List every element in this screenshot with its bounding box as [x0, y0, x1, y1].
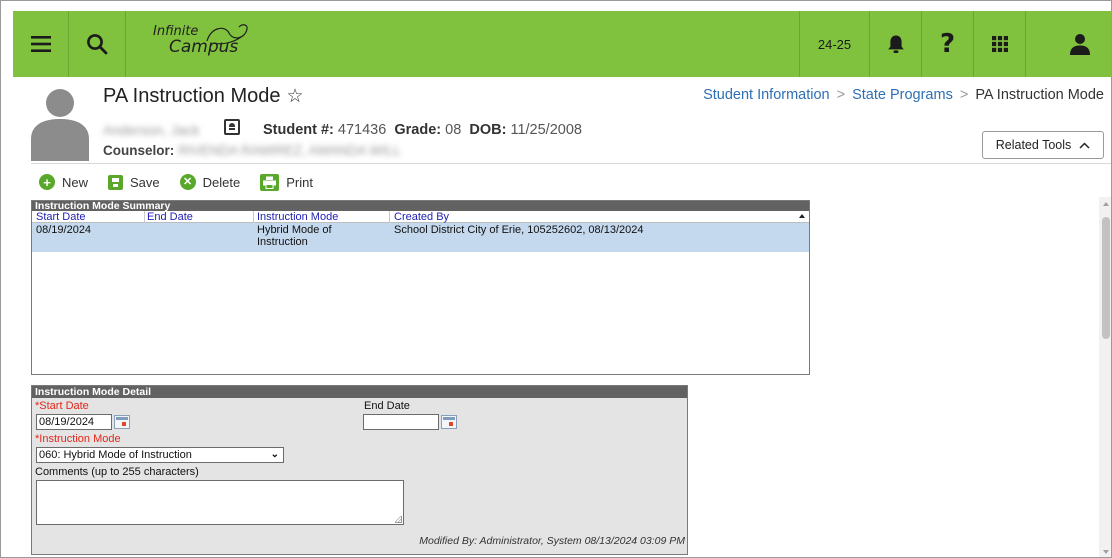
scrollbar-thumb[interactable] — [1102, 217, 1110, 339]
instruction-mode-select[interactable]: 060: Hybrid Mode of Instruction ⌄ — [36, 447, 284, 463]
student-number: 471436 — [337, 122, 387, 138]
breadcrumb: Student Information > State Programs > PA In… — [703, 87, 1104, 103]
plus-icon: + — [39, 174, 55, 190]
star-icon[interactable]: ☆ — [287, 86, 304, 107]
help-icon: ? — [939, 29, 956, 59]
print-button[interactable]: Print — [260, 173, 313, 191]
search-icon — [87, 34, 108, 55]
comments-label: Comments (up to 255 characters) — [35, 466, 199, 478]
column-start-date[interactable]: Start Date — [36, 211, 86, 223]
column-divider — [253, 211, 254, 223]
delete-icon: ✕ — [179, 174, 196, 190]
grid-icon — [991, 36, 1008, 52]
calendar-icon[interactable] — [114, 415, 130, 429]
breadcrumb-student-information[interactable]: Student Information — [703, 87, 830, 103]
instruction-mode-summary: Instruction Mode Summary Start Date End … — [31, 200, 810, 375]
page-scrollbar[interactable] — [1099, 197, 1111, 557]
end-date-input[interactable] — [363, 414, 439, 430]
resize-handle-icon[interactable] — [395, 516, 402, 523]
start-date-label: *Start Date — [35, 400, 89, 412]
chevron-right-icon: > — [836, 87, 846, 103]
calendar-icon[interactable] — [441, 415, 457, 429]
summary-column-headers: Start Date End Date Instruction Mode Cre… — [32, 211, 809, 223]
grade-value: 08 — [445, 122, 462, 138]
counselor-name: RIVENDA RAMIREZ, AMANDA WILL — [178, 143, 402, 158]
scroll-up-icon[interactable] — [1103, 202, 1109, 206]
app-switcher-button[interactable] — [973, 11, 1025, 77]
app-window: Infinite Campus 24-25 ? PA Instruction M… — [0, 0, 1112, 558]
save-label: Save — [130, 174, 160, 190]
new-label: New — [62, 174, 89, 190]
notifications-button[interactable] — [869, 11, 921, 77]
counselor: Counselor: RIVENDA RAMIREZ, AMANDA WILL — [103, 143, 401, 158]
counselor-label: Counselor: — [103, 143, 175, 158]
cell-instruction-mode-line1: Hybrid Mode of — [257, 224, 332, 236]
student-info: Student #: 471436 Grade: 08 DOB: 11/25/2… — [263, 122, 582, 138]
chevron-down-icon: ⌄ — [270, 449, 279, 460]
chevron-up-icon — [1079, 141, 1090, 149]
cell-instruction-mode-line2: Instruction — [257, 236, 308, 248]
nav-bar: Infinite Campus 24-25 ? — [13, 11, 1111, 77]
hamburger-icon — [30, 36, 51, 52]
comments-textarea[interactable] — [36, 480, 404, 525]
student-name: Anderson, Jack — [103, 122, 200, 138]
school-year-selector[interactable]: 24-25 — [799, 11, 869, 77]
dob-label: DOB: — [469, 122, 507, 138]
column-created-by[interactable]: Created By — [394, 211, 449, 223]
school-year-label: 24-25 — [817, 36, 852, 52]
header-divider — [31, 163, 1111, 164]
print-icon — [260, 173, 280, 191]
action-toolbar: + New Save ✕ Delete Print — [39, 171, 333, 193]
top-nav: Infinite Campus 24-25 ? — [1, 1, 1111, 77]
delete-label: Delete — [202, 174, 241, 190]
instruction-mode-label: *Instruction Mode — [35, 433, 121, 445]
cell-created-by: School District City of Erie, 105252602,… — [394, 224, 644, 236]
breadcrumb-state-programs[interactable]: State Programs — [852, 87, 953, 103]
search-button[interactable] — [69, 11, 126, 77]
print-label: Print — [286, 174, 313, 190]
cell-instruction-mode: Hybrid Mode of Instruction — [257, 224, 332, 248]
instruction-mode-selected: 060: Hybrid Mode of Instruction — [39, 449, 192, 461]
column-end-date[interactable]: End Date — [147, 211, 193, 223]
scroll-down-icon[interactable] — [1103, 550, 1109, 554]
user-account-button[interactable] — [1025, 11, 1111, 77]
breadcrumb-current: PA Instruction Mode — [975, 87, 1104, 103]
start-date-input[interactable]: 08/19/2024 — [36, 414, 112, 430]
page-title-text: PA Instruction Mode — [103, 85, 281, 107]
dob-value: 11/25/2008 — [510, 122, 582, 138]
save-button[interactable]: Save — [108, 174, 160, 190]
delete-button[interactable]: ✕ Delete — [179, 174, 241, 190]
end-date-label: End Date — [364, 400, 410, 412]
summary-title: Instruction Mode Summary — [32, 201, 809, 211]
chevron-right-icon: > — [959, 87, 969, 103]
column-divider — [144, 211, 145, 223]
column-instruction-mode[interactable]: Instruction Mode — [257, 211, 338, 223]
new-button[interactable]: + New — [39, 174, 88, 190]
sort-ascending-icon — [799, 214, 805, 218]
student-photo-placeholder — [31, 89, 89, 161]
grade-label: Grade: — [394, 122, 442, 138]
table-row[interactable]: 08/19/2024 Hybrid Mode of Instruction Sch… — [32, 223, 809, 252]
instruction-mode-detail: Instruction Mode Detail *Start Date 08/1… — [31, 385, 688, 555]
modified-by-text: Modified By: Administrator, System 08/13… — [419, 535, 685, 547]
menu-button[interactable] — [13, 11, 69, 77]
student-number-label: Student #: — [263, 122, 334, 138]
cell-start-date: 08/19/2024 — [36, 224, 92, 236]
logo-line2: Campus — [169, 37, 239, 57]
related-tools-button[interactable]: Related Tools — [982, 131, 1104, 159]
id-card-icon[interactable] — [224, 119, 240, 135]
page-title: PA Instruction Mode ☆ — [103, 85, 304, 108]
help-button[interactable]: ? — [921, 11, 973, 77]
save-icon — [108, 174, 124, 190]
detail-title: Instruction Mode Detail — [32, 386, 687, 398]
related-tools-label: Related Tools — [995, 138, 1072, 152]
user-icon — [1070, 34, 1090, 55]
bell-icon — [887, 35, 904, 53]
column-divider — [389, 211, 390, 223]
